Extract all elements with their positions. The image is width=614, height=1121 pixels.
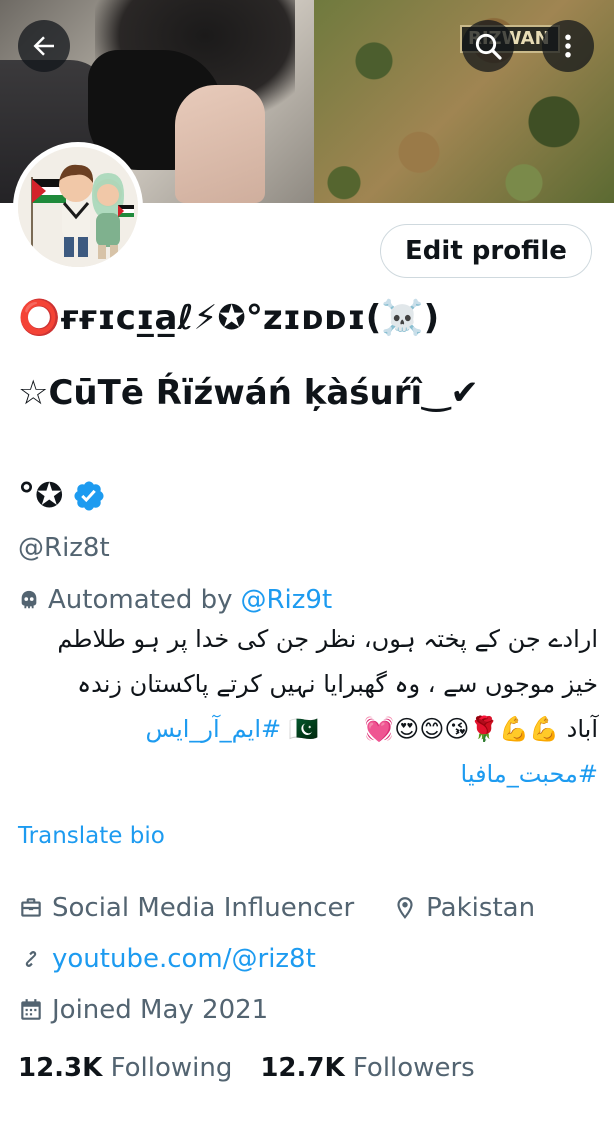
- display-name-line1: ⭕ғғɪᴄɪ̲a̲ℓ⚡✪°ᴢɪᴅᴅɪ(☠️): [18, 298, 439, 338]
- link-icon: [25, 950, 37, 968]
- following-count: 12.3K: [18, 1053, 103, 1083]
- bio-line-1: ارادے جن کے پختہ ہوں، نظر جن کی خدا پر ہ…: [57, 625, 598, 653]
- bio-line-3-text: آباد 💪💪🌹😘😊😍💓: [364, 715, 598, 743]
- avatar-illustration: [18, 147, 138, 267]
- profile-stats: 12.3K Following 12.7K Followers: [18, 1053, 475, 1083]
- profile-avatar[interactable]: [13, 142, 143, 272]
- following-stat[interactable]: 12.3K Following: [18, 1053, 232, 1083]
- display-name-line3: °✪: [18, 476, 106, 516]
- profile-meta-website: youtube.com/@riz8t: [18, 944, 316, 974]
- briefcase-icon: [21, 898, 41, 917]
- profile-category: Social Media Influencer: [52, 893, 355, 923]
- bio-line-3: آباد 💪💪🌹😘😊😍💓 🇵🇰 #ایم_آر_ایس: [18, 707, 598, 752]
- robot-icon: [21, 590, 37, 609]
- hashtag-link-1[interactable]: #ایم_آر_ایس: [145, 715, 281, 743]
- more-vertical-icon: [565, 34, 571, 58]
- edit-profile-button[interactable]: Edit profile: [380, 224, 592, 278]
- profile-meta-joined: Joined May 2021: [18, 995, 268, 1025]
- arrow-left-icon: [33, 36, 54, 56]
- automated-label: Automated by @Riz9t: [18, 585, 332, 615]
- verified-badge-icon[interactable]: [72, 479, 106, 513]
- translate-bio-link[interactable]: Translate bio: [18, 823, 165, 849]
- bio-line-2: خیز موجوں سے ، وہ گھبرایا نہیں کرتے پاکس…: [77, 670, 598, 698]
- banner-hand: [175, 85, 265, 203]
- search-icon: [475, 33, 502, 60]
- profile-joined-date: Joined May 2021: [52, 995, 269, 1025]
- profile-handle: @Riz8t: [18, 533, 110, 563]
- location-pin-icon: [397, 897, 413, 919]
- display-name-text-1: ⭕ғғɪᴄɪ̲a̲ℓ⚡✪°ᴢɪᴅᴅɪ(☠️): [18, 298, 440, 338]
- display-name-line2: ☆CūTē Ŕïźwáń ķàśuŕî‿✔: [18, 373, 479, 413]
- search-button[interactable]: [462, 20, 514, 72]
- calendar-icon: [21, 999, 41, 1020]
- more-options-button[interactable]: [542, 20, 594, 72]
- profile-meta-category-location: Social Media Influencer Pakistan: [18, 893, 535, 923]
- bio-line-4: #محبت_مافیا: [18, 752, 598, 797]
- display-name-text-3: °✪: [18, 476, 64, 516]
- pakistan-flag-emoji: 🇵🇰: [288, 715, 319, 743]
- following-label: Following: [110, 1053, 233, 1083]
- followers-stat[interactable]: 12.7K Followers: [260, 1053, 474, 1083]
- profile-website-link[interactable]: youtube.com/@riz8t: [52, 944, 316, 974]
- back-button[interactable]: [18, 20, 70, 72]
- avatar-image: [18, 147, 138, 267]
- automated-by-link[interactable]: @Riz9t: [240, 585, 332, 615]
- followers-label: Followers: [352, 1053, 475, 1083]
- profile-bio: ارادے جن کے پختہ ہوں، نظر جن کی خدا پر ہ…: [18, 617, 598, 797]
- profile-location: Pakistan: [426, 893, 536, 923]
- hashtag-link-2[interactable]: #محبت_مافیا: [461, 760, 598, 788]
- followers-count: 12.7K: [260, 1053, 345, 1083]
- automated-prefix: Automated by: [48, 585, 233, 615]
